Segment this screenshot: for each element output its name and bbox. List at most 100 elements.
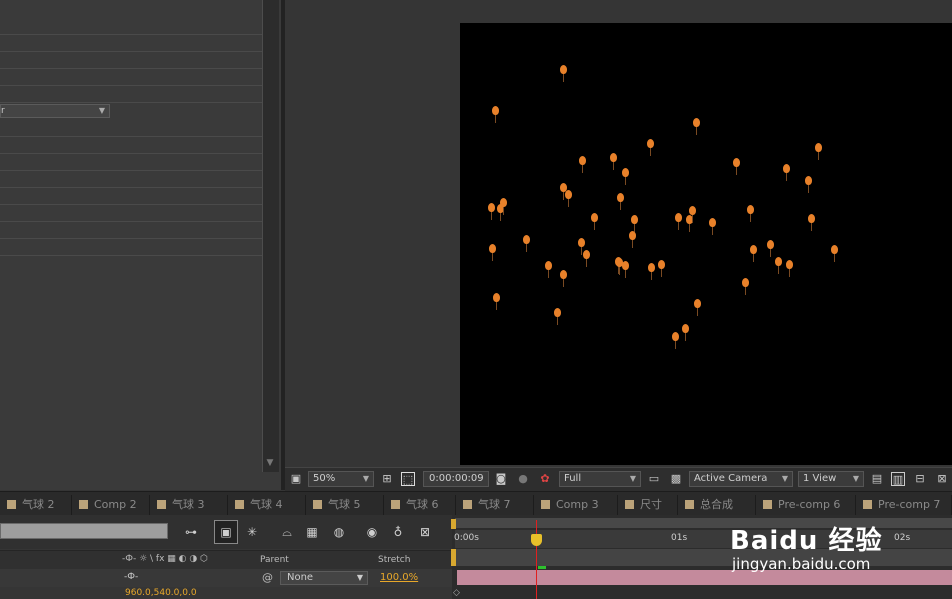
magnification-dropdown[interactable]: 50% ▼ [308, 471, 374, 487]
tab-label: 气球 3 [172, 498, 205, 511]
balloon-layer [560, 270, 567, 287]
safe-margins-icon[interactable]: ⊞ [380, 472, 394, 486]
balloon-layer [578, 238, 585, 255]
tab-label: 气球 2 [22, 498, 55, 511]
balloon-layer [622, 168, 629, 185]
position-value[interactable]: 960.0,540.0,0.0 [125, 588, 197, 598]
fast-previews-icon[interactable]: ▥ [891, 472, 905, 486]
camera-dropdown[interactable]: Active Camera ▼ [689, 471, 793, 487]
balloon-layer [560, 65, 567, 82]
property-row [0, 120, 262, 137]
scroll-down-arrow-icon[interactable]: ▼ [264, 458, 276, 468]
toggle-pixel-aspect-icon[interactable]: ▤ [870, 472, 884, 486]
comp-icon [625, 500, 634, 509]
blend-mode-dropdown[interactable]: r ▼ [0, 104, 110, 118]
balloon-layer [647, 139, 654, 156]
fast-preview-icon[interactable]: ▭ [647, 472, 661, 486]
left-panel-scrollbar[interactable] [262, 0, 279, 472]
parent-dropdown[interactable]: None ▼ [280, 571, 368, 585]
brainstorm-icon[interactable]: ◉ [363, 524, 381, 540]
tab-label: Comp 2 [94, 498, 137, 511]
balloon-layer [523, 235, 530, 252]
composition-mini-flowchart-icon[interactable]: ⊶ [182, 524, 200, 540]
balloon-layer [629, 231, 636, 248]
draft-3d-icon: ▣ [220, 525, 232, 539]
balloon-layer [805, 176, 812, 193]
timecode-value: 0:00:00:09 [429, 473, 484, 484]
flowchart-icon[interactable]: ⊠ [935, 472, 949, 486]
tab-label: 总合成 [700, 498, 733, 511]
baidu-logo: Baidu 经验 [730, 526, 883, 556]
keyframe-icon[interactable]: ◇ [453, 588, 460, 598]
balloon-layer [742, 278, 749, 295]
camera-snapshot-icon[interactable]: ◙ [494, 472, 508, 486]
live-update-icon[interactable]: ♁ [389, 524, 407, 540]
layer-switch-icon[interactable]: -Ф- [124, 572, 138, 582]
tab-label: 气球 5 [328, 498, 361, 511]
balloon-layer [610, 153, 617, 170]
motion-blur-icon[interactable]: ✳ [243, 524, 261, 540]
view-layout-dropdown[interactable]: 1 View ▼ [798, 471, 864, 487]
balloon-layer [591, 213, 598, 230]
resolution-dropdown[interactable]: Full ▼ [559, 471, 641, 487]
composition-canvas[interactable] [460, 23, 952, 465]
tab-comp[interactable]: 气球 4 [228, 495, 306, 515]
graph-editor-icon[interactable]: ◍ [330, 524, 348, 540]
pick-whip-icon[interactable]: @ [262, 571, 273, 584]
tab-comp[interactable]: Comp 3 [534, 495, 618, 515]
balloon-layer [622, 261, 629, 278]
layer-search-input[interactable] [0, 523, 168, 539]
zoom-value: 50% [313, 473, 336, 484]
tab-comp[interactable]: Pre-comp 6 [756, 495, 856, 515]
ruler-label-start: 0:00s [454, 533, 479, 543]
comp-icon [391, 500, 400, 509]
property-row [0, 205, 262, 222]
ruler-label-2s: 02s [894, 533, 911, 543]
property-row [0, 35, 262, 52]
property-row [0, 137, 262, 154]
parent-column-header: Parent [260, 555, 289, 565]
transparency-grid-icon[interactable]: ▩ [669, 472, 683, 486]
blend-mode-value: r [1, 106, 5, 116]
tab-label: Pre-comp 6 [778, 498, 841, 511]
chevron-down-icon: ▼ [629, 474, 636, 483]
watermark-url: jingyan.baidu.com [732, 555, 871, 573]
shy-layers-icon[interactable]: ⌓ [278, 524, 296, 540]
balloon-layer [579, 156, 586, 173]
tab-comp[interactable]: 气球 7 [456, 495, 534, 515]
stretch-value[interactable]: 100.0% [380, 572, 418, 583]
always-preview-icon[interactable]: ▣ [289, 472, 303, 486]
layer-duration-bar[interactable] [457, 570, 952, 585]
tab-comp[interactable]: Pre-comp 7 [856, 495, 952, 515]
current-time-indicator[interactable] [536, 520, 537, 599]
work-area-start-handle[interactable] [451, 519, 456, 529]
playhead-handle[interactable] [531, 534, 542, 546]
comp-icon [541, 500, 550, 509]
balloon-layer [488, 203, 495, 220]
timeline-icon[interactable]: ⊟ [913, 472, 927, 486]
frame-blending-icon[interactable]: ▦ [303, 524, 321, 540]
cache-indicator [538, 566, 546, 569]
tab-comp[interactable]: 尺寸 [618, 495, 678, 515]
balloon-layer [815, 143, 822, 160]
layer-row[interactable]: -Ф- @ None ▼ 100.0% [0, 569, 452, 587]
show-snapshot-icon[interactable]: ● [516, 472, 530, 486]
work-area-start-marker[interactable] [451, 549, 456, 566]
chevron-down-icon: ▼ [98, 106, 105, 115]
render-icon[interactable]: ⊠ [416, 524, 434, 540]
balloon-layer [493, 293, 500, 310]
property-row [0, 86, 262, 103]
region-of-interest-icon[interactable]: ⬚ [401, 472, 415, 486]
tab-comp[interactable]: 气球 5 [306, 495, 384, 515]
tab-comp[interactable]: 总合成 [678, 495, 756, 515]
current-time-display[interactable]: 0:00:00:09 [423, 471, 489, 487]
tab-comp[interactable]: 气球 2 [0, 495, 72, 515]
channel-rgb-icon[interactable]: ✿ [538, 472, 552, 486]
resolution-value: Full [564, 473, 582, 484]
tab-comp[interactable]: 气球 6 [384, 495, 456, 515]
tab-comp[interactable]: 气球 3 [150, 495, 228, 515]
tab-comp[interactable]: Comp 2 [72, 495, 150, 515]
balloon-layer [693, 118, 700, 135]
comp-icon [763, 500, 772, 509]
balloon-layer [747, 205, 754, 222]
